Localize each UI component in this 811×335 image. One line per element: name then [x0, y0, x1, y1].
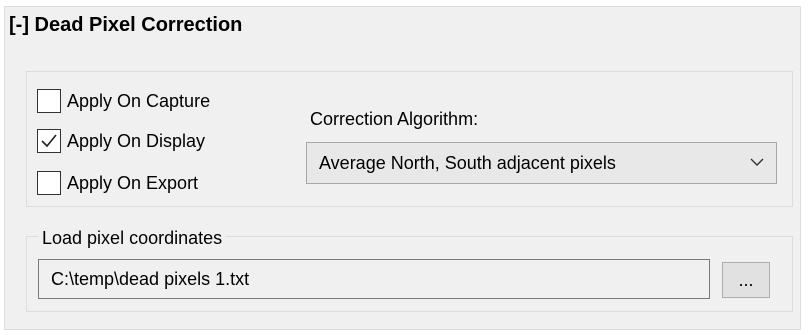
checkmark-icon [41, 134, 57, 148]
browse-button[interactable]: ... [722, 262, 770, 298]
checkbox-checked-icon[interactable] [37, 129, 61, 153]
correction-algorithm-label: Correction Algorithm: [310, 109, 479, 129]
load-coordinates-label: Load pixel coordinates [38, 228, 227, 249]
checkbox-label: Apply On Display [67, 130, 206, 151]
chevron-down-icon[interactable] [750, 157, 764, 167]
checkbox-label: Apply On Capture [67, 90, 211, 111]
coordinates-file-path-input[interactable] [38, 259, 710, 299]
selected-algorithm: Average North, South adjacent pixels [319, 153, 616, 173]
apply-on-capture-checkbox[interactable]: Apply On Capture [37, 89, 210, 113]
apply-on-display-checkbox[interactable]: Apply On Display [37, 129, 205, 153]
correction-algorithm-select[interactable]: Average North, South adjacent pixels [306, 142, 777, 184]
apply-on-export-checkbox[interactable]: Apply On Export [37, 171, 198, 195]
section-header-toggle[interactable]: [-] Dead Pixel Correction [9, 14, 242, 37]
checkbox-unchecked-icon[interactable] [37, 89, 61, 113]
checkbox-unchecked-icon[interactable] [37, 171, 61, 195]
dead-pixel-correction-window: [-] Dead Pixel Correction Apply On Captu… [0, 0, 811, 335]
checkbox-label: Apply On Export [67, 172, 199, 193]
